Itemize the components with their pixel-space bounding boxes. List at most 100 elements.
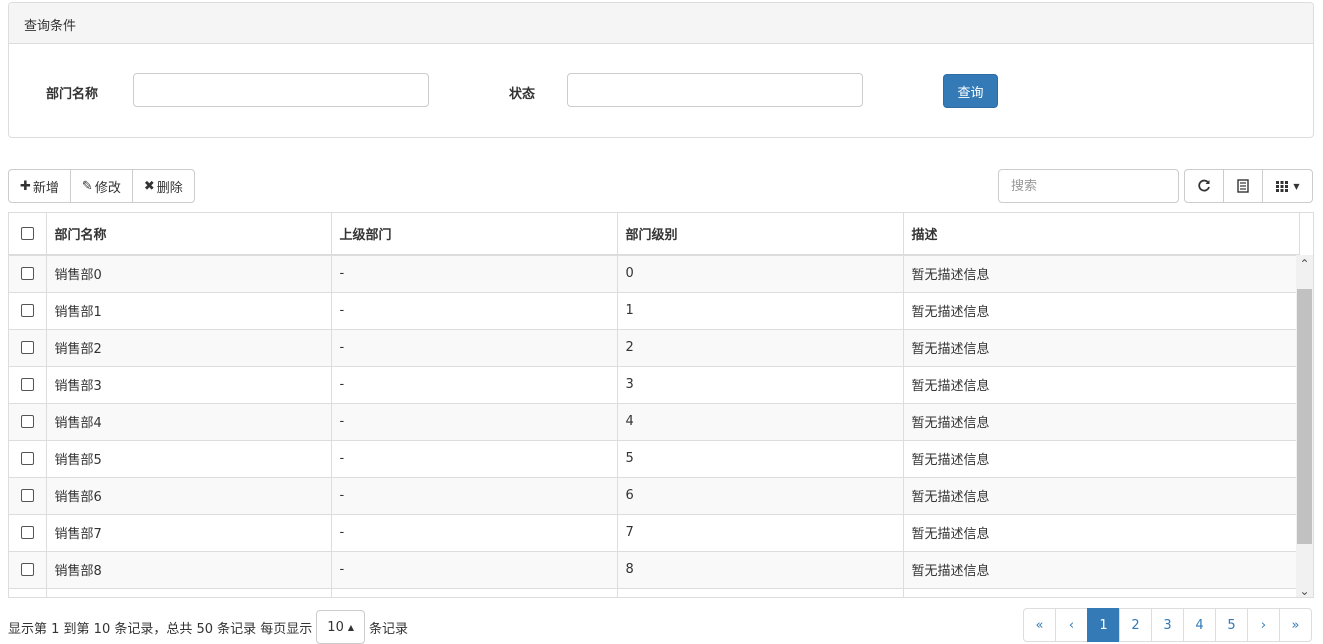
- pagination: «‹ 1 2 3 4 5 ›»: [1023, 608, 1312, 642]
- row-checkbox[interactable]: [20, 415, 34, 428]
- row-select-cell[interactable]: [9, 292, 47, 330]
- table-row[interactable]: 销售部0-0 暂无描述信息: [9, 255, 1300, 293]
- row-select-cell[interactable]: [9, 440, 47, 478]
- page-size-value: 10: [327, 619, 344, 635]
- table-body: 销售部0-0 暂无描述信息 销售部1-1 暂无描述信息 销售部2-2 暂无描述信息 销售部3…: [9, 255, 1300, 597]
- table-row[interactable]: 销售部3-3 暂无描述信息: [9, 366, 1300, 404]
- row-checkbox[interactable]: [20, 267, 34, 281]
- dept-name-cell: 销售部2: [46, 329, 332, 367]
- dept-level-cell: 3: [617, 366, 904, 404]
- status-input[interactable]: [567, 73, 863, 107]
- row-select-cell[interactable]: [9, 255, 47, 293]
- page-link[interactable]: »: [1279, 608, 1312, 642]
- vertical-scrollbar[interactable]: ⌃ ⌄: [1296, 255, 1313, 598]
- parent-dept-cell: -: [331, 514, 618, 552]
- row-select-cell[interactable]: [9, 403, 47, 441]
- table-row[interactable]: 销售部6-6 暂无描述信息: [9, 477, 1300, 515]
- dept-name-cell: 销售部1: [46, 292, 332, 330]
- table-row[interactable]: 销售部8-8 暂无描述信息: [9, 551, 1300, 589]
- dept-level-cell: 6: [617, 477, 904, 515]
- description-cell: 暂无描述信息: [903, 514, 1300, 552]
- parent-dept-cell: -: [331, 403, 618, 441]
- list-icon: [1237, 179, 1249, 193]
- page-link[interactable]: 4: [1183, 608, 1216, 642]
- dept-level-cell: 7: [617, 514, 904, 552]
- refresh-icon: [1198, 179, 1210, 192]
- parent-dept-cell: -: [331, 366, 618, 404]
- row-checkbox[interactable]: [20, 378, 34, 391]
- scroll-down-icon[interactable]: ⌄: [1296, 582, 1313, 598]
- column-header[interactable]: 部门级别: [617, 213, 904, 256]
- parent-dept-cell: -: [331, 292, 618, 330]
- page-link[interactable]: 1: [1087, 608, 1120, 642]
- description-cell: 暂无描述信息: [903, 477, 1300, 515]
- page-link[interactable]: 5: [1215, 608, 1248, 642]
- column-header[interactable]: 上级部门: [331, 213, 618, 256]
- page-link[interactable]: ‹: [1055, 608, 1088, 642]
- edit-button[interactable]: ✎ 修改: [69, 169, 133, 203]
- dept-name-input[interactable]: [133, 73, 429, 107]
- page-link[interactable]: «: [1023, 608, 1056, 642]
- scrollbar-thumb[interactable]: [1297, 289, 1312, 544]
- row-select-cell[interactable]: [9, 588, 47, 597]
- grid-icon: [1276, 181, 1289, 192]
- row-checkbox[interactable]: [20, 452, 34, 465]
- table-row[interactable]: 销售部2-2 暂无描述信息: [9, 329, 1300, 367]
- row-checkbox[interactable]: [20, 563, 34, 576]
- dept-name-label: 部门名称: [46, 87, 99, 102]
- description-cell: 暂无描述信息: [903, 366, 1300, 404]
- description-cell: 暂无描述信息: [903, 588, 1300, 597]
- page-link[interactable]: ›: [1247, 608, 1280, 642]
- dept-level-cell: 9: [617, 588, 904, 597]
- column-header[interactable]: 部门名称: [46, 213, 332, 256]
- page-link[interactable]: 2: [1119, 608, 1152, 642]
- page-link[interactable]: 3: [1151, 608, 1184, 642]
- search-input[interactable]: [998, 169, 1179, 203]
- edit-button-label: 修改: [94, 180, 121, 196]
- row-select-cell[interactable]: [9, 329, 47, 367]
- dept-name-cell: 销售部5: [46, 440, 332, 478]
- table-row[interactable]: 销售部5-5 暂无描述信息: [9, 440, 1300, 478]
- refresh-button[interactable]: [1184, 169, 1224, 203]
- parent-dept-cell: -: [331, 255, 618, 293]
- pager-info-prefix: 显示第 1 到第 10 条记录，总共 50 条记录 每页显示: [8, 621, 313, 637]
- row-checkbox[interactable]: [20, 341, 34, 354]
- column-header[interactable]: 描述: [903, 213, 1300, 256]
- dept-level-cell: 8: [617, 551, 904, 589]
- action-toolbar: ✚ 新增 ✎ 修改 ✖ 删除: [8, 169, 195, 203]
- table-tools: ▼: [1184, 169, 1313, 203]
- table-row[interactable]: 销售部1-1 暂无描述信息: [9, 292, 1300, 330]
- query-button[interactable]: 查询: [943, 74, 998, 108]
- delete-button[interactable]: ✖ 删除: [131, 169, 195, 203]
- row-select-cell[interactable]: [9, 514, 47, 552]
- parent-dept-cell: -: [331, 477, 618, 515]
- dept-name-cell: 销售部8: [46, 551, 332, 589]
- table-row[interactable]: 销售部4-4 暂无描述信息: [9, 403, 1300, 441]
- toggle-view-button[interactable]: [1223, 169, 1263, 203]
- caret-down-icon: ▼: [1293, 181, 1300, 191]
- dept-level-cell: 1: [617, 292, 904, 330]
- row-checkbox[interactable]: [20, 489, 34, 502]
- description-cell: 暂无描述信息: [903, 329, 1300, 367]
- page-size-dropdown[interactable]: 10 ▲: [316, 610, 365, 644]
- description-cell: 暂无描述信息: [903, 292, 1300, 330]
- select-all-cell[interactable]: [9, 213, 47, 256]
- select-all-checkbox[interactable]: [20, 227, 34, 240]
- table-row[interactable]: 销售部9-9暂无描述信息: [9, 588, 1300, 597]
- columns-dropdown-button[interactable]: ▼: [1262, 169, 1313, 203]
- row-checkbox[interactable]: [20, 304, 34, 317]
- parent-dept-cell: -: [331, 551, 618, 589]
- dept-name-cell: 销售部9: [46, 588, 332, 597]
- table-header-row: 部门名称 上级部门 部门级别 描述: [9, 213, 1300, 256]
- dept-level-cell: 5: [617, 440, 904, 478]
- add-button[interactable]: ✚ 新增: [8, 169, 71, 203]
- scroll-up-icon[interactable]: ⌃: [1296, 255, 1313, 272]
- table-row[interactable]: 销售部7-7 暂无描述信息: [9, 514, 1300, 552]
- parent-dept-cell: -: [331, 440, 618, 478]
- dept-name-cell: 销售部6: [46, 477, 332, 515]
- row-select-cell[interactable]: [9, 477, 47, 515]
- dept-level-cell: 2: [617, 329, 904, 367]
- row-checkbox[interactable]: [20, 526, 34, 539]
- row-select-cell[interactable]: [9, 551, 47, 589]
- row-select-cell[interactable]: [9, 366, 47, 404]
